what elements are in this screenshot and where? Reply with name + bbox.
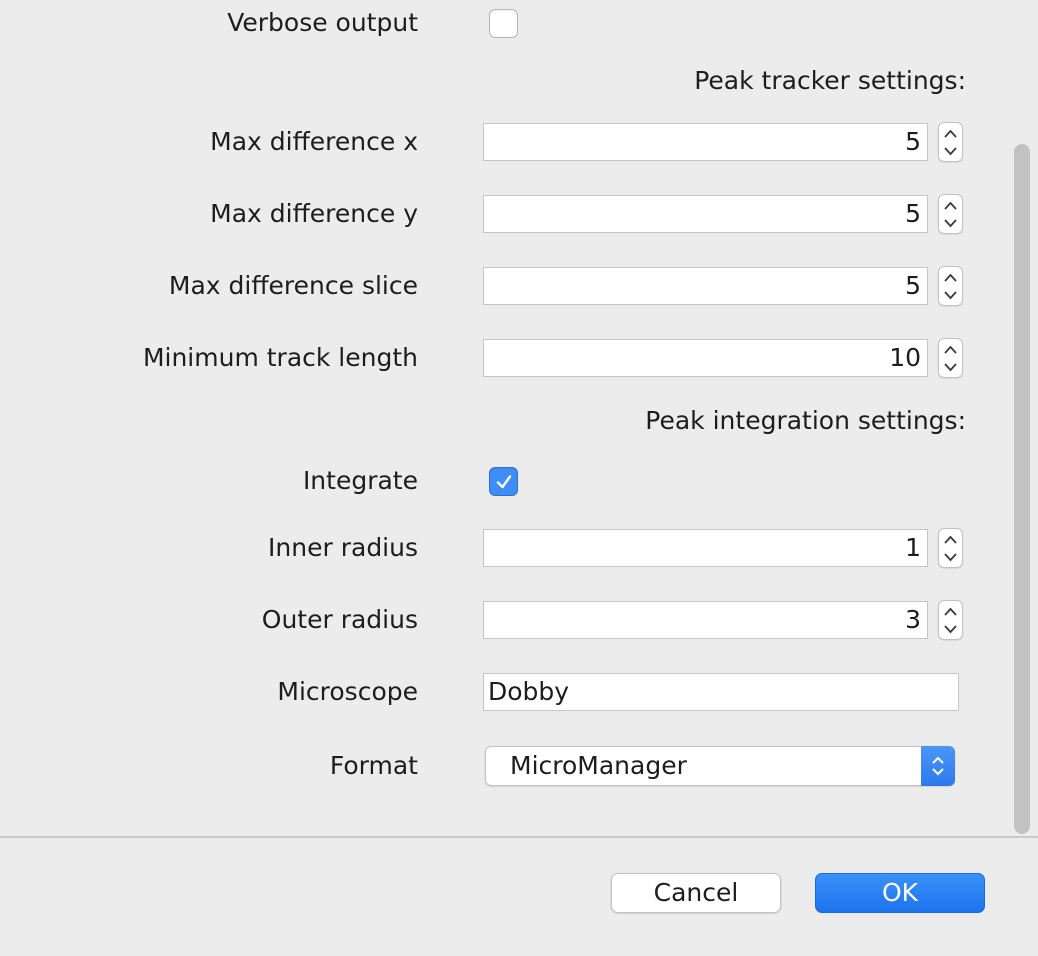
microscope-row: Microscope Dobby — [0, 672, 1000, 712]
max-difference-y-label: Max difference y — [210, 199, 418, 228]
chevron-up-icon[interactable] — [943, 344, 958, 356]
chevron-down-icon[interactable] — [943, 623, 958, 635]
peak-integration-settings-title: Peak integration settings: — [645, 406, 966, 435]
max-difference-x-row: Max difference x 5 — [0, 122, 1000, 162]
max-difference-slice-stepper[interactable] — [938, 266, 963, 306]
chevron-down-icon[interactable] — [943, 145, 958, 157]
chevron-down-icon[interactable] — [943, 551, 958, 563]
integrate-row: Integrate — [0, 461, 1000, 501]
inner-radius-row: Inner radius 1 — [0, 528, 1000, 568]
outer-radius-row: Outer radius 3 — [0, 600, 1000, 640]
inner-radius-label: Inner radius — [268, 533, 418, 562]
max-difference-y-input[interactable]: 5 — [483, 195, 928, 233]
max-difference-slice-input[interactable]: 5 — [483, 267, 928, 305]
verbose-output-checkbox[interactable] — [489, 9, 518, 38]
minimum-track-length-input[interactable]: 10 — [483, 339, 928, 377]
divider — [0, 836, 1038, 838]
outer-radius-stepper[interactable] — [938, 600, 963, 640]
chevron-up-icon[interactable] — [943, 128, 958, 140]
verbose-output-row: Verbose output — [0, 3, 1000, 43]
peak-tracker-settings-title: Peak tracker settings: — [694, 66, 966, 95]
max-difference-slice-row: Max difference slice 5 — [0, 266, 1000, 306]
microscope-label: Microscope — [277, 677, 418, 706]
outer-radius-input[interactable]: 3 — [483, 601, 928, 639]
chevron-up-icon[interactable] — [943, 606, 958, 618]
max-difference-x-stepper[interactable] — [938, 122, 963, 162]
settings-scroll-area[interactable]: Verbose output Peak tracker settings: Ma… — [0, 0, 1038, 836]
max-difference-x-label: Max difference x — [210, 127, 418, 156]
max-difference-x-input[interactable]: 5 — [483, 123, 928, 161]
chevron-up-icon[interactable] — [943, 272, 958, 284]
minimum-track-length-row: Minimum track length 10 — [0, 338, 1000, 378]
checkmark-icon — [496, 475, 512, 489]
integrate-checkbox[interactable] — [489, 467, 518, 496]
chevron-down-icon[interactable] — [943, 289, 958, 301]
chevron-up-icon[interactable] — [943, 200, 958, 212]
chevron-down-icon[interactable] — [943, 217, 958, 229]
max-difference-y-row: Max difference y 5 — [0, 194, 1000, 234]
format-label: Format — [329, 751, 418, 780]
format-selected-value: MicroManager — [510, 751, 687, 780]
ok-button[interactable]: OK — [815, 873, 985, 913]
integrate-label: Integrate — [302, 466, 418, 495]
format-select[interactable]: MicroManager — [485, 746, 955, 786]
verbose-output-label: Verbose output — [227, 8, 418, 37]
dialog: Verbose output Peak tracker settings: Ma… — [0, 0, 1038, 956]
inner-radius-stepper[interactable] — [938, 528, 963, 568]
scrollbar-thumb[interactable] — [1014, 144, 1030, 834]
format-row: Format MicroManager — [0, 744, 1000, 786]
minimum-track-length-label: Minimum track length — [142, 343, 418, 372]
minimum-track-length-stepper[interactable] — [938, 338, 963, 378]
up-down-arrows-icon — [932, 756, 944, 776]
cancel-button[interactable]: Cancel — [611, 873, 781, 913]
max-difference-slice-label: Max difference slice — [168, 271, 418, 300]
select-arrows[interactable] — [921, 746, 955, 786]
inner-radius-input[interactable]: 1 — [483, 529, 928, 567]
chevron-down-icon[interactable] — [943, 361, 958, 373]
max-difference-y-stepper[interactable] — [938, 194, 963, 234]
microscope-input[interactable]: Dobby — [483, 673, 959, 711]
outer-radius-label: Outer radius — [261, 605, 418, 634]
chevron-up-icon[interactable] — [943, 534, 958, 546]
